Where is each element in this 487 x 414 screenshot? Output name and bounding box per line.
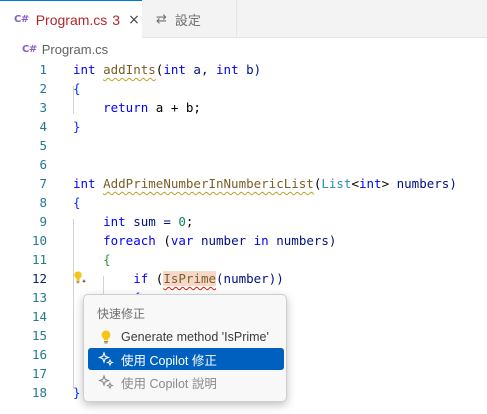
- tab-settings[interactable]: ⇄ 設定: [142, 0, 237, 38]
- line-number: 10: [31, 233, 47, 248]
- menu-item-label: Generate method 'IsPrime': [121, 330, 269, 344]
- code-line: 1 int addInts(int a, int b): [0, 60, 487, 79]
- settings-tab-icon: ⇄: [156, 11, 167, 27]
- csharp-file-icon: C#: [22, 43, 37, 55]
- code-line: 5: [0, 136, 487, 155]
- sparkle-icon: [97, 351, 115, 367]
- breadcrumb: C# Program.cs: [0, 38, 108, 60]
- code-text: int addInts(int a, int b): [73, 62, 262, 77]
- line-number: 18: [31, 385, 47, 400]
- line-number: 4: [39, 119, 47, 134]
- line-number: 8: [39, 195, 47, 210]
- tab-title: Program.cs: [35, 11, 108, 28]
- sparkle-icon: [97, 374, 115, 390]
- line-number: 6: [39, 157, 47, 172]
- fix-with-copilot-action[interactable]: 使用 Copilot 修正: [88, 348, 284, 370]
- code-line: 8 {: [0, 193, 487, 212]
- code-text: if (IsPrime(number)): [133, 271, 284, 286]
- code-line: 11 {: [0, 250, 487, 269]
- code-line: 4 }: [0, 117, 487, 136]
- menu-item-label: 使用 Copilot 說明: [121, 376, 217, 391]
- code-line: 9 int sum = 0;: [0, 212, 487, 231]
- line-number: 2: [39, 81, 47, 96]
- code-text: }: [73, 119, 81, 134]
- line-number: 14: [31, 309, 47, 324]
- tab-title: 設定: [174, 13, 201, 29]
- tab-program-cs[interactable]: C# Program.cs 3 ×: [0, 0, 142, 38]
- code-text: {: [103, 252, 111, 267]
- lightbulb-sparkle-icon[interactable]: [72, 270, 88, 286]
- explain-with-copilot-action[interactable]: 使用 Copilot 說明: [88, 371, 284, 393]
- code-line: 10 foreach (var number in numbers): [0, 231, 487, 250]
- line-number: 3: [39, 100, 47, 115]
- close-tab-icon[interactable]: ×: [128, 12, 140, 28]
- line-number: 15: [31, 328, 47, 343]
- code-text: }: [73, 385, 81, 400]
- breadcrumb-file[interactable]: Program.cs: [42, 42, 108, 57]
- code-line: 2 {: [0, 79, 487, 98]
- quick-fix-menu: 快速修正 Generate method 'IsPrime' 使用 Copilo…: [83, 294, 287, 402]
- problem-count-badge: 3: [112, 11, 121, 28]
- line-number: 1: [39, 62, 47, 77]
- code-text: int AddPrimeNumberInNumbericList(List<in…: [73, 176, 457, 191]
- code-text: {: [73, 195, 81, 210]
- line-number: 13: [31, 290, 47, 305]
- line-number: 9: [39, 214, 47, 229]
- code-text: {: [73, 81, 81, 96]
- quick-fix-header: 快速修正: [97, 307, 146, 321]
- menu-item-label: 使用 Copilot 修正: [121, 353, 217, 368]
- generate-method-action[interactable]: Generate method 'IsPrime': [88, 326, 284, 348]
- csharp-file-icon: C#: [14, 14, 29, 25]
- line-number: 11: [31, 252, 47, 267]
- code-line: 6: [0, 155, 487, 174]
- tab-bar: C# Program.cs 3 × ⇄ 設定: [0, 0, 487, 38]
- line-number: 7: [39, 176, 47, 191]
- code-line: 3 return a + b;: [0, 98, 487, 117]
- lightbulb-icon: [97, 330, 115, 344]
- code-line: 7 int AddPrimeNumberInNumbericList(List<…: [0, 174, 487, 193]
- line-number: 16: [31, 347, 47, 362]
- line-number: 5: [39, 138, 47, 153]
- code-text: foreach (var number in numbers): [103, 233, 337, 248]
- line-number: 17: [31, 366, 47, 381]
- line-number: 12: [31, 271, 47, 286]
- code-text: return a + b;: [103, 100, 201, 115]
- code-text: int sum = 0;: [103, 214, 194, 229]
